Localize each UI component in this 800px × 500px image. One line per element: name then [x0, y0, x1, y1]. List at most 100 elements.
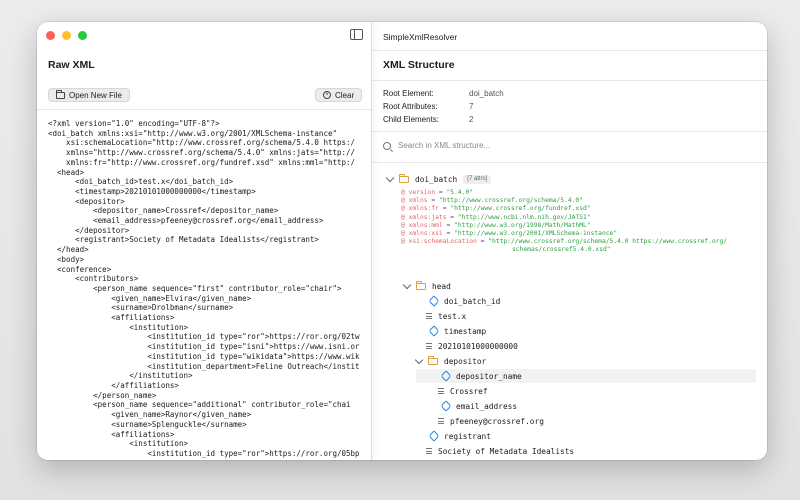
equals-sign: =: [435, 189, 447, 196]
attribute-row: @ xmlns = "http://www.crossref.org/schem…: [401, 197, 583, 205]
attribute-row: @ xsi:schemaLocation = "http://www.cross…: [401, 238, 727, 246]
xml-structure-title: XML Structure: [383, 59, 455, 71]
raw-xml-line: <depositor_name>Crossref</depositor_name…: [48, 206, 279, 216]
raw-xml-toolbar: Open New File × Clear: [37, 80, 371, 110]
at-icon: @: [401, 205, 409, 213]
app-window: Raw XML Open New File × Clear <?xml vers…: [37, 22, 767, 460]
equals-sign: =: [442, 230, 455, 237]
raw-xml-line: </affiliations>: [48, 380, 179, 390]
root-element-value: doi_batch: [469, 89, 504, 98]
attrs-badge: [7 attrs]: [463, 174, 492, 184]
attribute-name: xmlns:xsi: [408, 230, 443, 237]
tree-node-text[interactable]: Society of Metadata Idealists: [426, 444, 574, 458]
attribute-value: "http://www.crossref.org/schema/5.4.0": [438, 197, 583, 205]
at-icon: @: [401, 197, 409, 205]
chevron-down-icon[interactable]: [414, 355, 424, 364]
child-elements-row: Child Elements: 2: [383, 115, 473, 124]
equals-sign: =: [427, 197, 439, 205]
window-controls: [46, 31, 87, 40]
raw-xml-line: </person_name>: [48, 390, 157, 400]
tree-node-body[interactable]: body: [404, 459, 451, 460]
tree-node-head[interactable]: head: [402, 279, 451, 293]
at-icon: @: [401, 238, 409, 246]
root-attributes-row: Root Attributes: 7: [383, 102, 473, 111]
tree-node-registrant[interactable]: registrant: [428, 429, 491, 443]
attribute-name: xsi:schemaLocation: [408, 238, 477, 246]
tree-node-label: pfeeney@crossref.org: [450, 416, 544, 426]
attribute-name: xmlns: [408, 197, 428, 205]
at-icon: @: [401, 213, 409, 221]
text-icon: [426, 343, 432, 349]
tree-node-doi-batch[interactable]: doi_batch [7 attrs]: [385, 172, 747, 186]
tag-icon: [428, 430, 440, 442]
attribute-row: schemas/crossref5.4.0.xsd": [512, 246, 611, 254]
clear-button[interactable]: × Clear: [315, 88, 363, 102]
attribute-name: xmlns:mml: [408, 221, 443, 229]
tag-icon: [428, 295, 440, 307]
raw-xml-line: <doi_batch xmlns:xsi="http://www.w3.org/…: [48, 128, 337, 138]
sidebar-toggle-icon[interactable]: [350, 29, 363, 40]
tree-node-label: test.x: [438, 311, 467, 321]
attribute-name: xmlns:fr: [408, 205, 439, 213]
raw-xml-line: <institution_department>Feline Outreach<…: [48, 361, 360, 371]
text-icon: [426, 313, 432, 319]
tree-node-label: timestamp: [444, 326, 487, 336]
child-elements-value: 2: [469, 115, 474, 124]
raw-xml-line: xmlns="http://www.crossref.org/schema/5.…: [48, 148, 356, 158]
raw-xml-line: <contributors>: [48, 274, 139, 284]
attribute-value: "http://www.ncbi.nlm.nih.gov/JATS1": [457, 213, 591, 221]
tree-node-timestamp[interactable]: timestamp: [428, 324, 487, 338]
close-window-button[interactable]: [46, 31, 55, 40]
search-icon: [383, 141, 391, 150]
zoom-window-button[interactable]: [78, 31, 87, 40]
chevron-down-icon[interactable]: [402, 280, 412, 289]
tree-node-label: doi_batch: [415, 174, 458, 184]
raw-xml-line: <affiliations>: [48, 313, 175, 323]
open-new-file-button[interactable]: Open New File: [48, 88, 130, 102]
tag-icon: [428, 325, 440, 337]
raw-xml-line: <surname>Drolbman</surname>: [48, 303, 234, 313]
attribute-row: @ xmlns:fr = "http://www.crossref.org/fu…: [401, 205, 591, 213]
xml-structure-pane: SimpleXmlResolver XML Structure Root Ele…: [372, 22, 767, 460]
folder-icon: [428, 356, 438, 365]
minimize-window-button[interactable]: [62, 31, 71, 40]
tree-node-depositor-name[interactable]: depositor_name: [416, 369, 756, 383]
raw-xml-line: <institution_id type="wikidata">https://…: [48, 351, 360, 361]
tree-node-text[interactable]: Crossref: [438, 384, 488, 398]
clear-icon: ×: [323, 91, 331, 99]
tree-node-email-address[interactable]: email_address: [440, 399, 518, 413]
raw-xml-line: <doi_batch_id>test.x</doi_batch_id>: [48, 177, 234, 187]
raw-xml-line: </institution>: [48, 371, 193, 381]
root-attributes-label: Root Attributes:: [383, 102, 438, 111]
tree-node-doi-batch-id[interactable]: doi_batch_id: [428, 294, 500, 308]
attribute-value: "http://www.w3.org/2001/XMLSchema-instan…: [454, 230, 618, 237]
search-input[interactable]: Search in XML structure...: [398, 141, 490, 150]
tree-node-text[interactable]: pfeeney@crossref.org: [438, 414, 544, 428]
tree-node-text[interactable]: test.x: [426, 309, 466, 323]
attribute-value: "http://www.crossref.org/fundref.xsd": [450, 205, 591, 213]
raw-xml-line: <institution>: [48, 439, 188, 449]
raw-xml-line: <person_name sequence="first" contributo…: [48, 283, 342, 293]
raw-xml-title: Raw XML: [48, 59, 95, 71]
divider: [372, 131, 767, 132]
raw-xml-line: <registrant>Society of Metadata Idealist…: [48, 235, 319, 245]
raw-xml-line: <surname>Splenguckle</surname>: [48, 419, 247, 429]
attribute-row: @ xmlns:jats = "http://www.ncbi.nlm.nih.…: [401, 214, 591, 222]
search-field[interactable]: Search in XML structure...: [383, 141, 490, 150]
chevron-down-icon[interactable]: [385, 173, 395, 182]
raw-xml-line: <institution_id type="ror">https://ror.o…: [48, 332, 360, 342]
tree-node-text[interactable]: 20210101000000000: [426, 339, 518, 353]
tree-node-depositor[interactable]: depositor: [414, 354, 486, 368]
tree-node-label: email_address: [456, 401, 518, 411]
raw-xml-line: <timestamp>20210101000000000</timestamp>: [48, 186, 256, 196]
tree-node-label: Society of Metadata Idealists: [438, 446, 575, 456]
raw-xml-line: <email_address>pfeeney@crossref.org</ema…: [48, 216, 324, 226]
raw-xml-editor[interactable]: <?xml version="1.0" encoding="UTF-8"?> <d…: [48, 119, 368, 459]
at-icon: @: [401, 230, 409, 237]
tree-node-label: depositor_name: [456, 371, 522, 381]
attribute-row: @ xmlns:xsi = "http://www.w3.org/2001/XM…: [401, 230, 617, 238]
root-element-label: Root Element:: [383, 89, 434, 98]
equals-sign: =: [442, 221, 455, 229]
app-name: SimpleXmlResolver: [383, 32, 458, 42]
raw-xml-line: <conference>: [48, 264, 112, 274]
